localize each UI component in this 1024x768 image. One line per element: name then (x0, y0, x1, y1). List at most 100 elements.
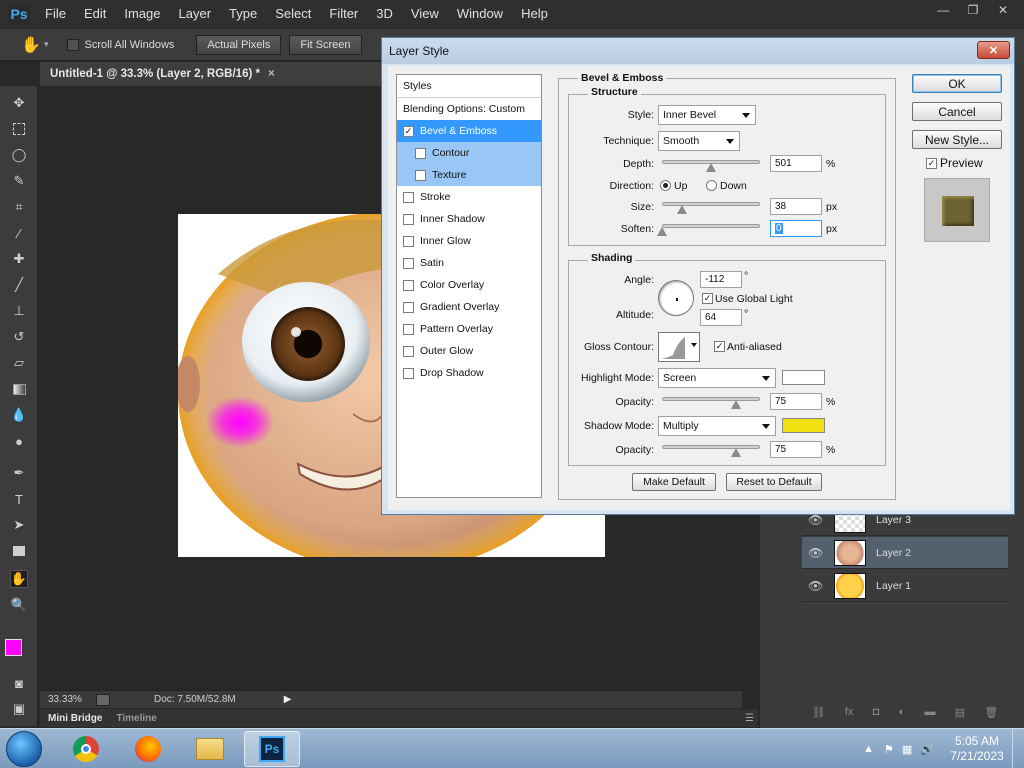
stroke-checkbox[interactable] (403, 191, 414, 203)
rectangle-tool-icon[interactable] (10, 542, 28, 560)
visibility-eye-icon[interactable]: 👁 (808, 546, 823, 560)
technique-dropdown[interactable]: Smooth (658, 131, 740, 151)
layer-row-selected[interactable]: 👁 Layer 2 (802, 537, 1008, 569)
pen-tool-icon[interactable]: ✒ (10, 464, 28, 482)
healing-brush-icon[interactable]: ✚ (10, 250, 28, 268)
direction-down-radio[interactable] (706, 180, 717, 191)
style-item-inner-shadow[interactable]: Inner Shadow (397, 208, 541, 230)
quick-mask-icon[interactable]: ◙ (10, 674, 28, 692)
visibility-eye-icon[interactable]: 👁 (808, 579, 823, 593)
depth-input[interactable]: 501 (770, 155, 822, 172)
eraser-tool-icon[interactable]: ▱ (10, 354, 28, 372)
shadow-color-swatch[interactable] (782, 418, 825, 433)
crop-tool-icon[interactable]: ⌗ (10, 198, 28, 216)
eyedropper-tool-icon[interactable]: ⁄ (10, 224, 28, 242)
style-item-contour[interactable]: Contour (397, 142, 541, 164)
style-item-outer-glow[interactable]: Outer Glow (397, 340, 541, 362)
highlight-opacity-input[interactable]: 75 (770, 393, 822, 410)
clone-stamp-icon[interactable]: ⊥ (10, 302, 28, 320)
volume-icon[interactable]: 🔊 (920, 743, 934, 756)
style-item-gradient-overlay[interactable]: Gradient Overlay (397, 296, 541, 318)
zoom-tool-icon[interactable]: 🔍 (10, 596, 28, 614)
menu-3d[interactable]: 3D (367, 0, 402, 28)
start-button[interactable] (6, 731, 42, 767)
status-info-icon[interactable] (96, 693, 110, 706)
scroll-all-windows-checkbox[interactable] (66, 38, 79, 51)
history-brush-icon[interactable]: ↺ (10, 328, 28, 346)
network-icon[interactable]: ▦ (902, 743, 912, 756)
add-mask-icon[interactable]: ◘ (873, 706, 880, 724)
screen-mode-icon[interactable]: ▣ (10, 700, 28, 718)
photoshop-taskbar-button[interactable]: Ps (244, 731, 300, 767)
pattern-overlay-checkbox[interactable] (403, 323, 414, 335)
drop-shadow-checkbox[interactable] (403, 367, 414, 379)
size-slider-thumb[interactable] (676, 205, 687, 214)
inner-shadow-checkbox[interactable] (403, 213, 414, 225)
style-dropdown[interactable]: Inner Bevel (658, 105, 756, 125)
shadow-opacity-input[interactable]: 75 (770, 441, 822, 458)
style-item-texture[interactable]: Texture (397, 164, 541, 186)
menu-filter[interactable]: Filter (320, 0, 367, 28)
style-item-pattern-overlay[interactable]: Pattern Overlay (397, 318, 541, 340)
shadow-opacity-slider[interactable] (662, 445, 760, 449)
angle-input[interactable]: -112 (700, 271, 742, 288)
lasso-tool-icon[interactable]: ◯ (10, 146, 28, 164)
outer-glow-checkbox[interactable] (403, 345, 414, 357)
reset-to-default-button[interactable]: Reset to Default (726, 473, 822, 491)
menu-view[interactable]: View (402, 0, 448, 28)
scroll-all-windows-option[interactable]: Scroll All Windows (66, 38, 174, 51)
use-global-light-checkbox[interactable]: ✓ (702, 293, 713, 304)
menu-window[interactable]: Window (448, 0, 512, 28)
document-tab[interactable]: Untitled-1 @ 33.3% (Layer 2, RGB/16) * × (40, 62, 420, 86)
layer-row[interactable]: 👁 Layer 1 (802, 570, 1008, 602)
style-item-satin[interactable]: Satin (397, 252, 541, 274)
cancel-button[interactable]: Cancel (912, 102, 1002, 121)
style-item-drop-shadow[interactable]: Drop Shadow (397, 362, 541, 384)
adjustment-layer-icon[interactable]: ◐ (899, 706, 906, 724)
highlight-mode-dropdown[interactable]: Screen (658, 368, 776, 388)
menu-file[interactable]: File (36, 0, 75, 28)
document-tab-close-icon[interactable]: × (268, 68, 275, 80)
show-hidden-icons-icon[interactable]: ▲ (863, 743, 874, 755)
new-group-icon[interactable]: ▬ (924, 706, 935, 724)
bevel-emboss-checkbox[interactable]: ✓ (403, 125, 414, 137)
dialog-title-bar[interactable]: Layer Style ✕ (382, 38, 1014, 64)
action-center-icon[interactable]: ⚑ (884, 743, 894, 756)
marquee-tool-icon[interactable] (10, 120, 28, 138)
restore-button[interactable]: ❐ (958, 0, 988, 20)
direction-up-radio[interactable] (660, 180, 671, 191)
blending-options-item[interactable]: Blending Options: Custom (397, 98, 541, 120)
texture-checkbox[interactable] (415, 169, 426, 181)
highlight-color-swatch[interactable] (782, 370, 825, 385)
minimize-button[interactable]: — (928, 0, 958, 20)
altitude-input[interactable]: 64 (700, 309, 742, 326)
soften-slider[interactable] (662, 224, 760, 228)
dialog-close-button[interactable]: ✕ (977, 41, 1010, 59)
highlight-opacity-slider[interactable] (662, 397, 760, 401)
mini-bridge-tab[interactable]: Mini Bridge (48, 713, 102, 724)
gradient-overlay-checkbox[interactable] (403, 301, 414, 313)
move-tool-icon[interactable]: ✥ (10, 94, 28, 112)
trash-icon[interactable]: 🗑 (984, 706, 998, 724)
styles-header[interactable]: Styles (397, 75, 541, 97)
menu-type[interactable]: Type (220, 0, 266, 28)
fit-screen-button[interactable]: Fit Screen (289, 34, 362, 55)
anti-aliased-checkbox[interactable]: ✓ (714, 341, 725, 352)
menu-help[interactable]: Help (512, 0, 557, 28)
status-menu-arrow-icon[interactable]: ▶ (284, 694, 292, 705)
soften-slider-thumb[interactable] (657, 227, 667, 236)
link-layers-icon[interactable]: ⛓ (812, 706, 826, 724)
new-layer-icon[interactable]: ▤ (955, 706, 965, 724)
angle-dial[interactable] (658, 280, 694, 316)
clock[interactable]: 5:05 AM 7/21/2023 (942, 734, 1012, 764)
satin-checkbox[interactable] (403, 257, 414, 269)
depth-slider-thumb[interactable] (706, 163, 716, 172)
chrome-taskbar-button[interactable] (58, 731, 114, 767)
color-overlay-checkbox[interactable] (403, 279, 414, 291)
actual-pixels-button[interactable]: Actual Pixels (196, 34, 282, 55)
firefox-taskbar-button[interactable] (120, 731, 176, 767)
quick-select-tool-icon[interactable]: ✎ (10, 172, 28, 190)
soften-input[interactable]: 0 (770, 220, 822, 237)
foreground-color-swatch[interactable] (5, 639, 22, 656)
close-window-button[interactable]: ✕ (988, 0, 1018, 20)
